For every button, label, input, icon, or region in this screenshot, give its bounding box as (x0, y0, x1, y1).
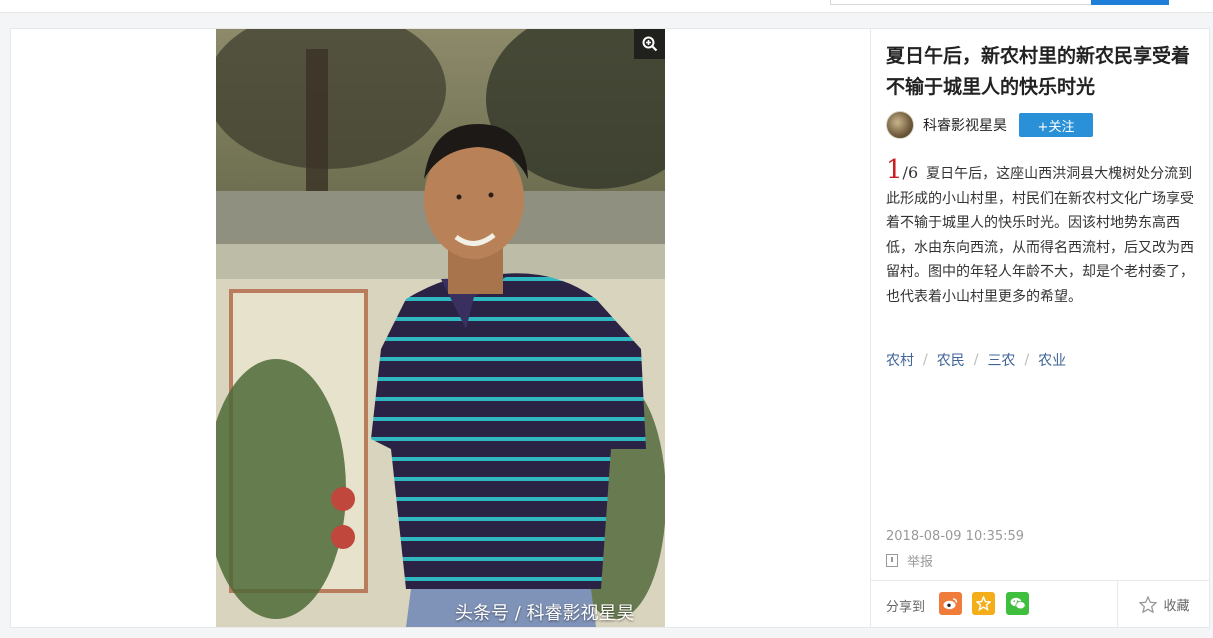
zoom-button[interactable] (634, 29, 665, 59)
description-text: 夏日午后，这座山西洪洞县大槐树处分流到此形成的小山村里，村民们在新农村文化广场享… (886, 166, 1194, 305)
wechat-icon[interactable] (1006, 592, 1029, 615)
top-bar (0, 0, 1213, 13)
photo-description: 1/6 夏日午后，这座山西洪洞县大槐树处分流到此形成的小山村里，村民们在新农村文化… (886, 155, 1196, 309)
favorite-button[interactable]: 收藏 (1117, 581, 1211, 628)
tag-list: 农村 / 农民 / 三农 / 农业 (886, 350, 1066, 370)
tag-link[interactable]: 三农 (987, 350, 1015, 370)
photo-watermark: 头条号 / 科睿影视星昊 (455, 603, 635, 624)
follow-button[interactable]: +关注 (1019, 113, 1093, 137)
weibo-icon[interactable] (939, 592, 962, 615)
search-button[interactable] (1091, 0, 1169, 5)
publish-date: 2018-08-09 10:35:59 (886, 529, 1025, 544)
author-row: 科睿影视星昊 +关注 (886, 111, 1093, 139)
gallery-photo[interactable]: 头条号 / 科睿影视星昊 (216, 29, 665, 627)
favorite-label: 收藏 (1163, 599, 1190, 614)
tag-separator: / (973, 352, 979, 368)
image-index: 1 (886, 155, 903, 185)
image-viewer: 头条号 / 科睿影视星昊 (11, 29, 870, 627)
share-label: 分享到 (886, 600, 926, 615)
tag-link[interactable]: 农村 (886, 350, 914, 370)
tag-link[interactable]: 农业 (1038, 350, 1066, 370)
qzone-icon[interactable] (972, 592, 995, 615)
report-icon (886, 554, 898, 567)
tag-separator: / (923, 352, 928, 368)
photo-illustration (216, 29, 665, 627)
tag-link[interactable]: 农民 (937, 350, 965, 370)
report-link[interactable]: 举报 (886, 551, 933, 570)
zoom-in-icon (642, 36, 657, 52)
article-sidebar: 夏日午后，新农村里的新农民享受着不输于城里人的快乐时光 科睿影视星昊 +关注 1… (870, 29, 1210, 628)
star-icon (1139, 596, 1158, 613)
avatar[interactable] (886, 111, 914, 139)
article-title: 夏日午后，新农村里的新农民享受着不输于城里人的快乐时光 (886, 45, 1191, 98)
search-input[interactable] (830, 0, 1092, 5)
author-name[interactable]: 科睿影视星昊 (923, 115, 1007, 135)
tag-separator: / (1024, 352, 1030, 368)
gallery-frame: 头条号 / 科睿影视星昊 夏日午后，新农村里的新农民享受着不输于城里人的快乐时光… (10, 28, 1210, 628)
share-bar: 分享到 收藏 (871, 580, 1210, 628)
image-total: /6 (902, 163, 919, 182)
report-label: 举报 (907, 555, 934, 570)
